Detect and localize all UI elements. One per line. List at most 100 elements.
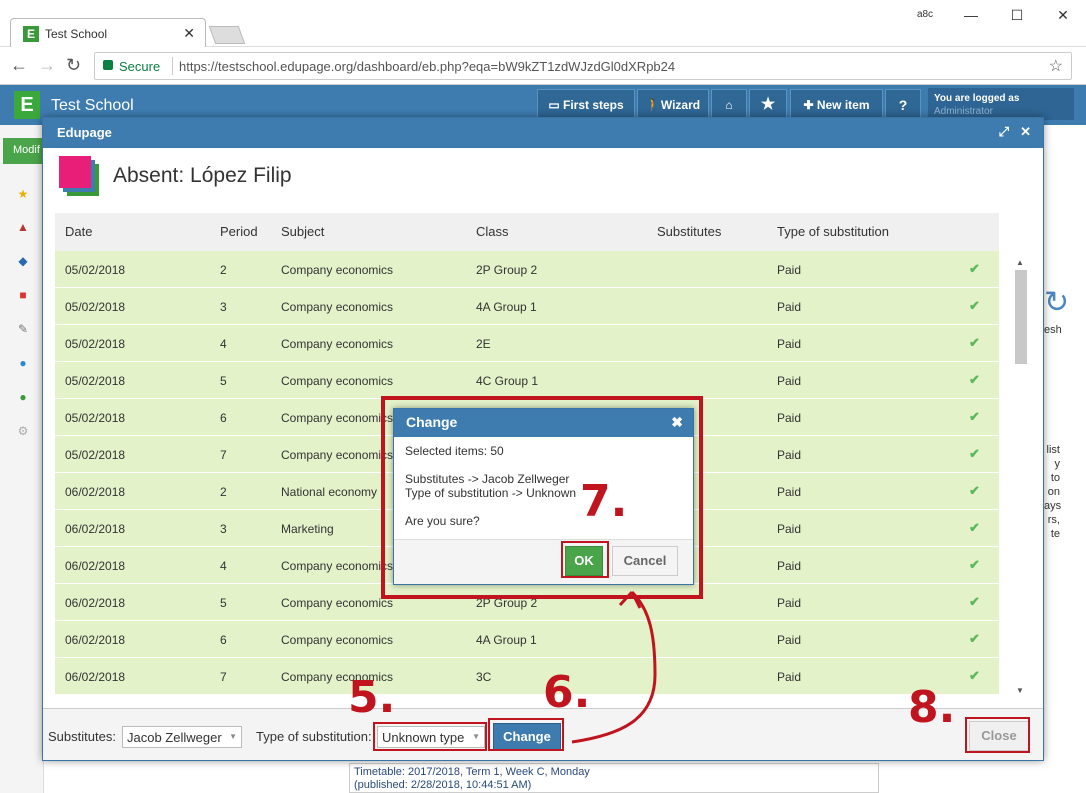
modify-button[interactable]: Modif bbox=[3, 138, 43, 164]
cell-period: 7 bbox=[220, 670, 227, 684]
url-field[interactable]: Secure https://testschool.edupage.org/da… bbox=[94, 52, 1072, 80]
tab-close-icon[interactable]: ✕ bbox=[183, 25, 195, 42]
substitutes-select[interactable]: Jacob Zellweger ▼ bbox=[122, 726, 242, 748]
browser-tab[interactable]: E Test School ✕ bbox=[10, 18, 206, 48]
forward-icon[interactable]: → bbox=[38, 55, 56, 76]
sidebar-globe-icon[interactable]: ● bbox=[16, 356, 30, 370]
cell-date: 05/02/2018 bbox=[65, 374, 126, 388]
sidebar-book-icon[interactable]: ◆ bbox=[16, 254, 30, 268]
checkmark-icon[interactable]: ✔ bbox=[969, 372, 980, 388]
sidebar-pdf-icon[interactable]: ■ bbox=[16, 288, 30, 302]
table-row[interactable]: 06/02/2018 6 Company economics 4A Group 1 Pa… bbox=[55, 621, 999, 658]
sidebar-globe2-icon[interactable]: ● bbox=[16, 390, 30, 404]
refresh-icon[interactable]: ↻ bbox=[1044, 285, 1069, 320]
sidebar-star-icon[interactable]: ★ bbox=[16, 187, 30, 201]
cell-date: 06/02/2018 bbox=[65, 633, 126, 647]
cell-period: 2 bbox=[220, 485, 227, 499]
col-class[interactable]: Class bbox=[476, 224, 509, 239]
table-row[interactable]: 05/02/2018 2 Company economics 2P Group 2 Pa… bbox=[55, 251, 999, 288]
cell-period: 2 bbox=[220, 263, 227, 277]
new-tab-button[interactable] bbox=[208, 26, 246, 44]
new-item-button[interactable]: ✚ New item bbox=[790, 89, 883, 119]
cell-date: 05/02/2018 bbox=[65, 263, 126, 277]
cell-type: Paid bbox=[777, 596, 802, 610]
cell-subject: Company economics bbox=[281, 559, 394, 573]
edupage-favicon-icon: E bbox=[23, 26, 39, 42]
back-icon[interactable]: ← bbox=[10, 55, 28, 76]
reload-icon[interactable]: ↻ bbox=[66, 55, 81, 76]
annotation-arrow bbox=[571, 590, 657, 744]
checkmark-icon[interactable]: ✔ bbox=[969, 483, 980, 499]
col-type[interactable]: Type of substitution bbox=[777, 224, 889, 239]
sidebar-gear-icon[interactable]: ⚙ bbox=[16, 424, 30, 438]
table-row[interactable]: 05/02/2018 3 Company economics 4A Group 1 Pa… bbox=[55, 288, 999, 325]
cell-subject: Company economics bbox=[281, 263, 394, 277]
col-date[interactable]: Date bbox=[65, 224, 92, 239]
table-row[interactable]: 05/02/2018 5 Company economics 4C Group 1 Pa… bbox=[55, 362, 999, 399]
maximize-button[interactable]: ☐ bbox=[994, 0, 1040, 30]
col-subject[interactable]: Subject bbox=[281, 224, 324, 239]
checkmark-icon[interactable]: ✔ bbox=[969, 631, 980, 647]
dialog-title: Edupage bbox=[57, 125, 112, 140]
cell-date: 05/02/2018 bbox=[65, 337, 126, 351]
edupage-logo[interactable]: E bbox=[14, 91, 40, 119]
checkmark-icon[interactable]: ✔ bbox=[969, 298, 980, 314]
cell-subject: National economy bbox=[281, 485, 378, 499]
cell-subject: Company economics bbox=[281, 374, 394, 388]
checkmark-icon[interactable]: ✔ bbox=[969, 520, 980, 536]
cell-period: 5 bbox=[220, 596, 227, 610]
cell-period: 7 bbox=[220, 448, 227, 462]
home-icon[interactable]: ⌂ bbox=[711, 89, 747, 119]
secure-label: Secure bbox=[119, 59, 161, 74]
cell-subject: Marketing bbox=[281, 522, 334, 536]
minimize-button[interactable]: — bbox=[948, 0, 994, 30]
cell-class: 4A Group 1 bbox=[476, 633, 537, 647]
sidebar-school-icon[interactable]: ▲ bbox=[16, 220, 30, 234]
expand-icon[interactable]: ⤢ bbox=[999, 124, 1009, 140]
table-row[interactable]: 06/02/2018 7 Company economics 3C Paid ✔ bbox=[55, 658, 999, 695]
checkmark-icon[interactable]: ✔ bbox=[969, 594, 980, 610]
cell-date: 06/02/2018 bbox=[65, 670, 126, 684]
user-menu[interactable]: You are logged as Administrator bbox=[928, 88, 1074, 120]
annotation-box-ok bbox=[561, 541, 609, 578]
cell-date: 06/02/2018 bbox=[65, 596, 126, 610]
cell-class: 2E bbox=[476, 337, 491, 351]
annotation-step-6: 6. bbox=[543, 667, 591, 718]
dialog-close-icon[interactable]: ✕ bbox=[1020, 124, 1031, 140]
help-button[interactable]: ? bbox=[885, 89, 921, 119]
checkmark-icon[interactable]: ✔ bbox=[969, 668, 980, 684]
cell-type: Paid bbox=[777, 559, 802, 573]
cell-class: 3C bbox=[476, 670, 492, 684]
timetable-info: Timetable: 2017/2018, Term 1, Week C, Mo… bbox=[349, 763, 879, 793]
checkmark-icon[interactable]: ✔ bbox=[969, 409, 980, 425]
checkmark-icon[interactable]: ✔ bbox=[969, 446, 980, 462]
cell-type: Paid bbox=[777, 411, 802, 425]
checkmark-icon[interactable]: ✔ bbox=[969, 335, 980, 351]
first-steps-button[interactable]: ▭ First steps bbox=[537, 89, 635, 119]
substitutes-label: Substitutes: bbox=[48, 729, 116, 744]
scroll-thumb[interactable] bbox=[1015, 270, 1027, 364]
cell-type: Paid bbox=[777, 522, 802, 536]
favorites-star-icon[interactable]: ★ bbox=[749, 89, 787, 119]
col-period[interactable]: Period bbox=[220, 224, 258, 239]
cell-subject: Company economics bbox=[281, 596, 394, 610]
checkmark-icon[interactable]: ✔ bbox=[969, 261, 980, 277]
col-substitutes[interactable]: Substitutes bbox=[657, 224, 721, 239]
profile-icon[interactable]: a8c bbox=[902, 0, 948, 30]
bookmark-star-icon[interactable]: ☆ bbox=[1049, 56, 1063, 76]
absence-icon bbox=[59, 156, 99, 196]
cell-type: Paid bbox=[777, 670, 802, 684]
cell-subject: Company economics bbox=[281, 411, 394, 425]
cell-period: 3 bbox=[220, 300, 227, 314]
checkmark-icon[interactable]: ✔ bbox=[969, 557, 980, 573]
annotation-step-5: 5. bbox=[348, 672, 396, 723]
sidebar-tools-icon[interactable]: ✎ bbox=[16, 322, 30, 336]
table-row[interactable]: 05/02/2018 4 Company economics 2E Paid ✔ bbox=[55, 325, 999, 362]
wizard-button[interactable]: 🚶Wizard bbox=[637, 89, 709, 119]
annotation-box-confirm bbox=[381, 396, 703, 599]
close-window-button[interactable]: ✕ bbox=[1040, 0, 1086, 30]
cell-class: 4A Group 1 bbox=[476, 300, 537, 314]
url-text[interactable]: https://testschool.edupage.org/dashboard… bbox=[179, 59, 675, 74]
table-scrollbar[interactable]: ▲ ▼ bbox=[1013, 258, 1027, 698]
annotation-box-change bbox=[488, 718, 564, 751]
